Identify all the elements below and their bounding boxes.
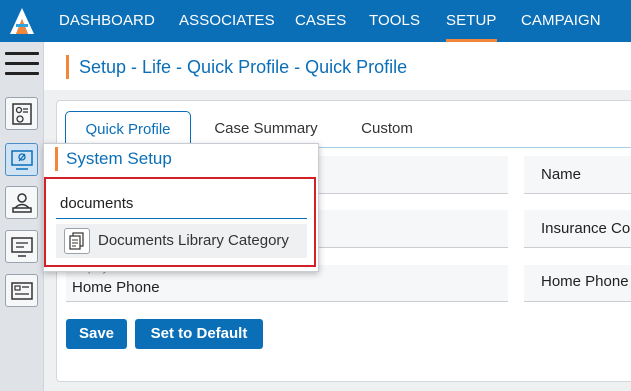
set-to-default-button[interactable]: Set to Default: [135, 319, 263, 349]
documents-icon: [64, 228, 90, 254]
tab-custom[interactable]: Custom: [346, 111, 428, 148]
search-result-label: Documents Library Category: [98, 232, 289, 249]
user-desk-icon[interactable]: [5, 186, 38, 219]
nav-campaign[interactable]: CAMPAIGN: [521, 0, 601, 42]
nav-setup[interactable]: SETUP: [446, 0, 497, 42]
app-logo[interactable]: [0, 0, 44, 42]
popup-title: System Setup: [55, 147, 172, 171]
page-title: Setup - Life - Quick Profile - Quick Pro…: [66, 55, 407, 79]
menu-icon[interactable]: [5, 52, 39, 78]
field-left-1[interactable]: [318, 156, 508, 194]
search-result-item[interactable]: Documents Library Category: [56, 224, 307, 258]
nav-tools[interactable]: TOOLS: [369, 0, 420, 42]
system-setup-icon[interactable]: [5, 143, 38, 176]
save-button[interactable]: Save: [66, 319, 127, 349]
nav-cases[interactable]: CASES: [295, 0, 346, 42]
setup-search-input[interactable]: [56, 189, 307, 219]
nav-associates[interactable]: ASSOCIATES: [179, 0, 275, 42]
monitor-icon[interactable]: [5, 230, 38, 263]
nav-dashboard[interactable]: DASHBOARD: [59, 0, 155, 42]
field-homephone-label: Home Phone: [541, 273, 629, 290]
profile-settings-icon[interactable]: [5, 97, 38, 130]
card-layout-icon[interactable]: [5, 274, 38, 307]
field-left-2[interactable]: [318, 210, 508, 248]
logo-icon: [10, 8, 34, 34]
field-insurance-label: Insurance Co: [541, 220, 631, 237]
field-name-label: Name: [541, 166, 582, 183]
display-name-value: Home Phone: [72, 279, 160, 296]
